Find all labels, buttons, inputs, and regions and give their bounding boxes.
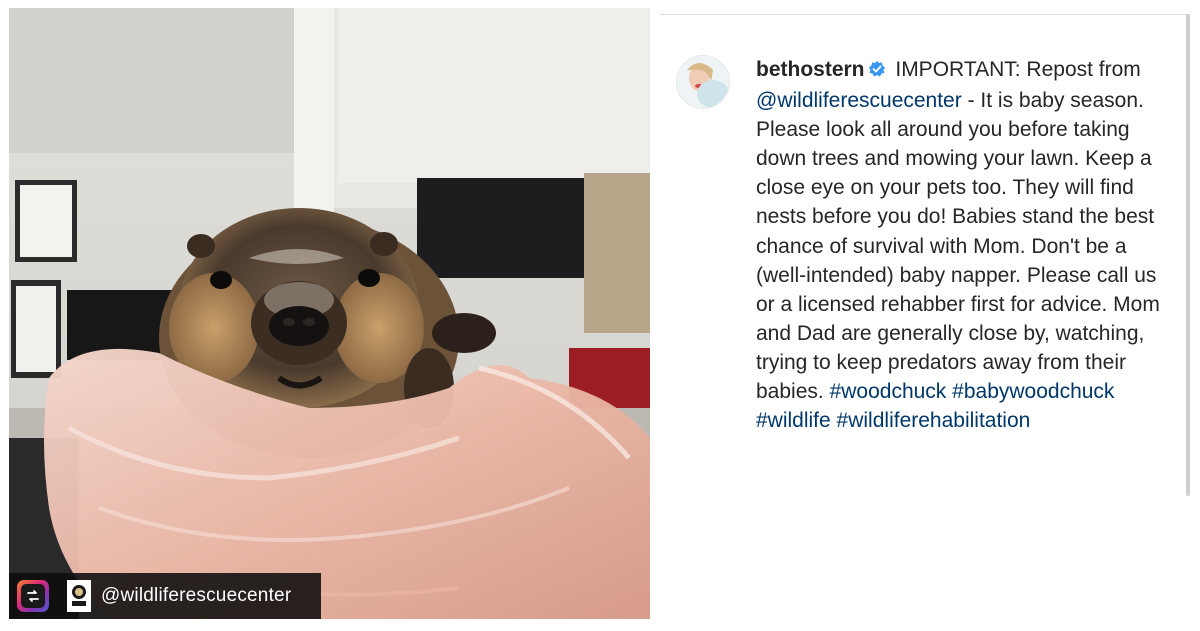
caption-body: - It is baby season. Please look all aro… [756, 89, 1160, 404]
hashtag-link[interactable]: #babywoodchuck [952, 380, 1114, 403]
org-logo-icon [67, 580, 91, 612]
repost-handle-link[interactable]: @wildliferescuecenter [101, 585, 291, 607]
verified-badge-icon [868, 57, 886, 86]
mention-link[interactable]: @wildliferescuecenter [756, 89, 962, 112]
caption-intro: IMPORTANT: Repost from [895, 58, 1141, 81]
woodchuck-photo [9, 8, 650, 619]
username-link[interactable]: bethostern [756, 58, 865, 81]
repost-attribution-bar[interactable]: @wildliferescuecenter [9, 573, 321, 619]
hashtag-link[interactable]: #wildliferehabilitation [837, 409, 1031, 432]
panel-top-border [660, 14, 1190, 15]
avatar[interactable] [676, 55, 730, 109]
scrollbar[interactable] [1186, 14, 1190, 496]
repost-app-icon [17, 580, 49, 612]
hashtag-link[interactable]: #wildlife [756, 409, 831, 432]
hashtag-link[interactable]: #woodchuck [830, 380, 947, 403]
post-photo[interactable]: @wildliferescuecenter [9, 8, 650, 619]
post-caption: bethostern IMPORTANT: Repost from @wildl… [756, 55, 1166, 435]
